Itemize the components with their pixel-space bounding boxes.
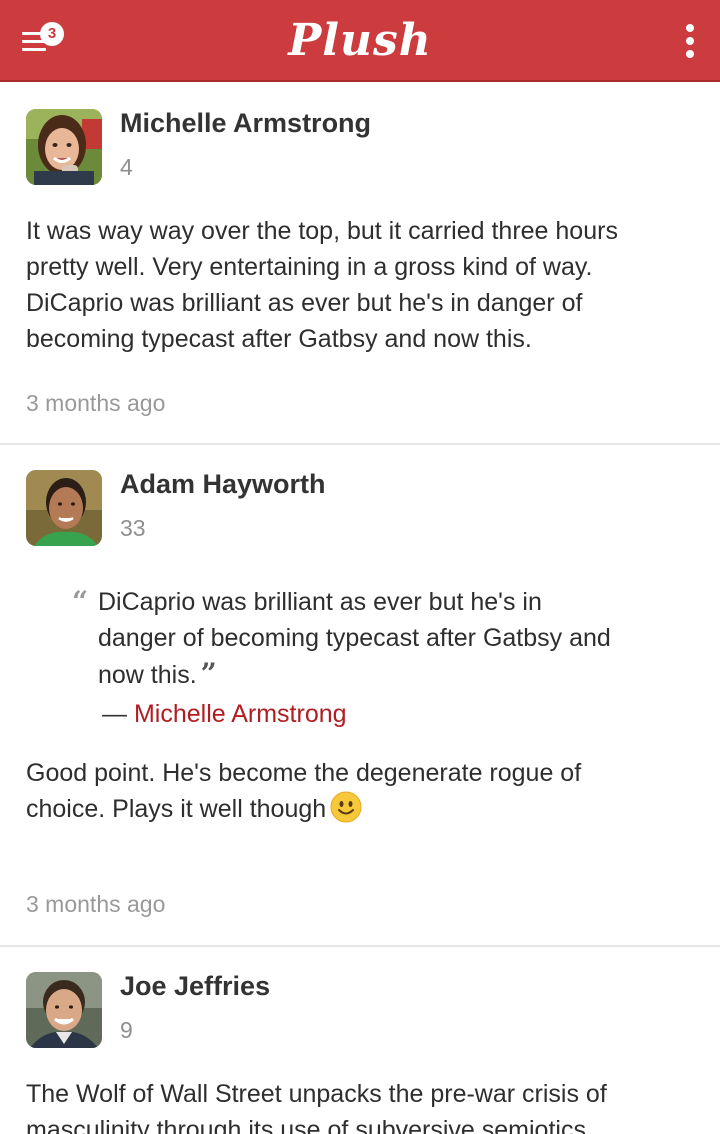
quote-attribution: — Michelle Armstrong	[102, 700, 347, 729]
avatar[interactable]	[26, 109, 102, 185]
smiley-face-icon	[330, 791, 362, 823]
brand-logo: Plush	[288, 15, 432, 66]
comment-score: 4	[120, 154, 133, 180]
open-quote-icon: “	[72, 585, 89, 618]
comment-card: Michelle Armstrong 4 It was way way over…	[0, 84, 720, 445]
comment-card: Adam Hayworth 33 “ DiCaprio was brillian…	[0, 445, 720, 947]
quote-text: DiCaprio was brilliant as ever but he's …	[98, 588, 611, 690]
comment-author[interactable]: Adam Hayworth	[120, 469, 326, 500]
menu-button[interactable]: 3	[18, 20, 68, 60]
comment-body: Good point. He's become the degenerate r…	[26, 759, 582, 823]
comment-feed: Michelle Armstrong 4 It was way way over…	[0, 84, 720, 1134]
avatar[interactable]	[26, 972, 102, 1048]
comment-timestamp: 3 months ago	[26, 891, 166, 917]
notification-badge: 3	[40, 22, 64, 46]
avatar[interactable]	[26, 470, 102, 546]
vertical-dots-icon	[686, 24, 694, 32]
comment-card: Joe Jeffries 9 The Wolf of Wall Street u…	[0, 947, 720, 1134]
comment-body: It was way way over the top, but it carr…	[26, 217, 618, 353]
comment-score: 33	[120, 515, 146, 541]
comment-author[interactable]: Michelle Armstrong	[120, 108, 371, 139]
comment-score: 9	[120, 1017, 133, 1043]
quote-source-link[interactable]: Michelle Armstrong	[134, 700, 347, 728]
overflow-menu-button[interactable]	[678, 20, 702, 62]
app-screen: 3 Plush Michelle Armstrong 4 It was way …	[0, 0, 720, 1134]
comment-timestamp: 3 months ago	[26, 390, 166, 416]
attribution-dash: —	[102, 700, 127, 728]
close-quote-icon: ”	[200, 657, 217, 690]
top-app-bar: 3 Plush	[0, 0, 720, 82]
comment-author[interactable]: Joe Jeffries	[120, 971, 270, 1002]
comment-body: The Wolf of Wall Street unpacks the pre-…	[26, 1080, 607, 1134]
